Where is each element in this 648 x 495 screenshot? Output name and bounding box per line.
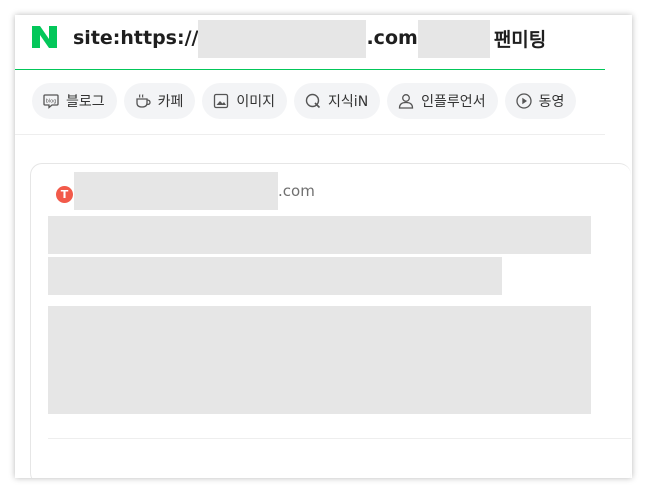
knowledge-q-icon (305, 93, 321, 109)
blog-icon: blog (43, 94, 59, 109)
tab-cafe[interactable]: 카페 (123, 83, 196, 119)
result-site-tld: .com (278, 182, 315, 200)
tab-influencer-label: 인플루언서 (421, 94, 486, 110)
cafe-cup-icon (135, 94, 151, 108)
card-divider (48, 438, 631, 439)
result-site[interactable]: .com (74, 172, 315, 210)
result-card: T .com (30, 163, 631, 478)
site-favicon: T (56, 186, 73, 203)
tab-influencer[interactable]: 인플루언서 (387, 83, 498, 119)
tab-video-label: 동영 (538, 94, 565, 110)
play-icon (515, 93, 532, 109)
naver-logo-icon[interactable] (32, 26, 57, 48)
redacted-keyword (417, 20, 490, 58)
search-bar[interactable]: site:https:// .com 팬미팅 (15, 15, 605, 70)
tab-cafe-label: 카페 (157, 94, 184, 110)
redacted-title-line-1[interactable] (48, 216, 591, 254)
redacted-title-line-2[interactable] (48, 257, 502, 295)
tab-video[interactable]: 동영 (504, 83, 577, 119)
query-tld: .com (366, 27, 418, 49)
tab-knowledge[interactable]: 지식iN (294, 83, 381, 119)
image-icon (214, 93, 229, 109)
tab-knowledge-label: 지식iN (328, 94, 369, 110)
search-window: site:https:// .com 팬미팅 blog 블로그 카페 이미지 지… (15, 15, 632, 478)
tab-image[interactable]: 이미지 (202, 83, 288, 119)
query-suffix: 팬미팅 (493, 28, 547, 51)
redacted-snippet (48, 306, 591, 414)
tab-image-label: 이미지 (236, 94, 276, 110)
query-prefix: site:https:// (73, 27, 199, 49)
tabs-divider (15, 134, 605, 135)
person-icon (399, 94, 414, 109)
redacted-site-name (74, 172, 278, 210)
search-query[interactable]: site:https:// .com 팬미팅 (73, 20, 547, 58)
redacted-domain (198, 20, 367, 58)
vertical-tabs: blog 블로그 카페 이미지 지식iN 인플루언서 동영 (32, 83, 577, 119)
tab-blog-label: 블로그 (66, 94, 105, 110)
svg-text:blog: blog (46, 99, 57, 105)
tab-blog[interactable]: blog 블로그 (32, 83, 117, 119)
